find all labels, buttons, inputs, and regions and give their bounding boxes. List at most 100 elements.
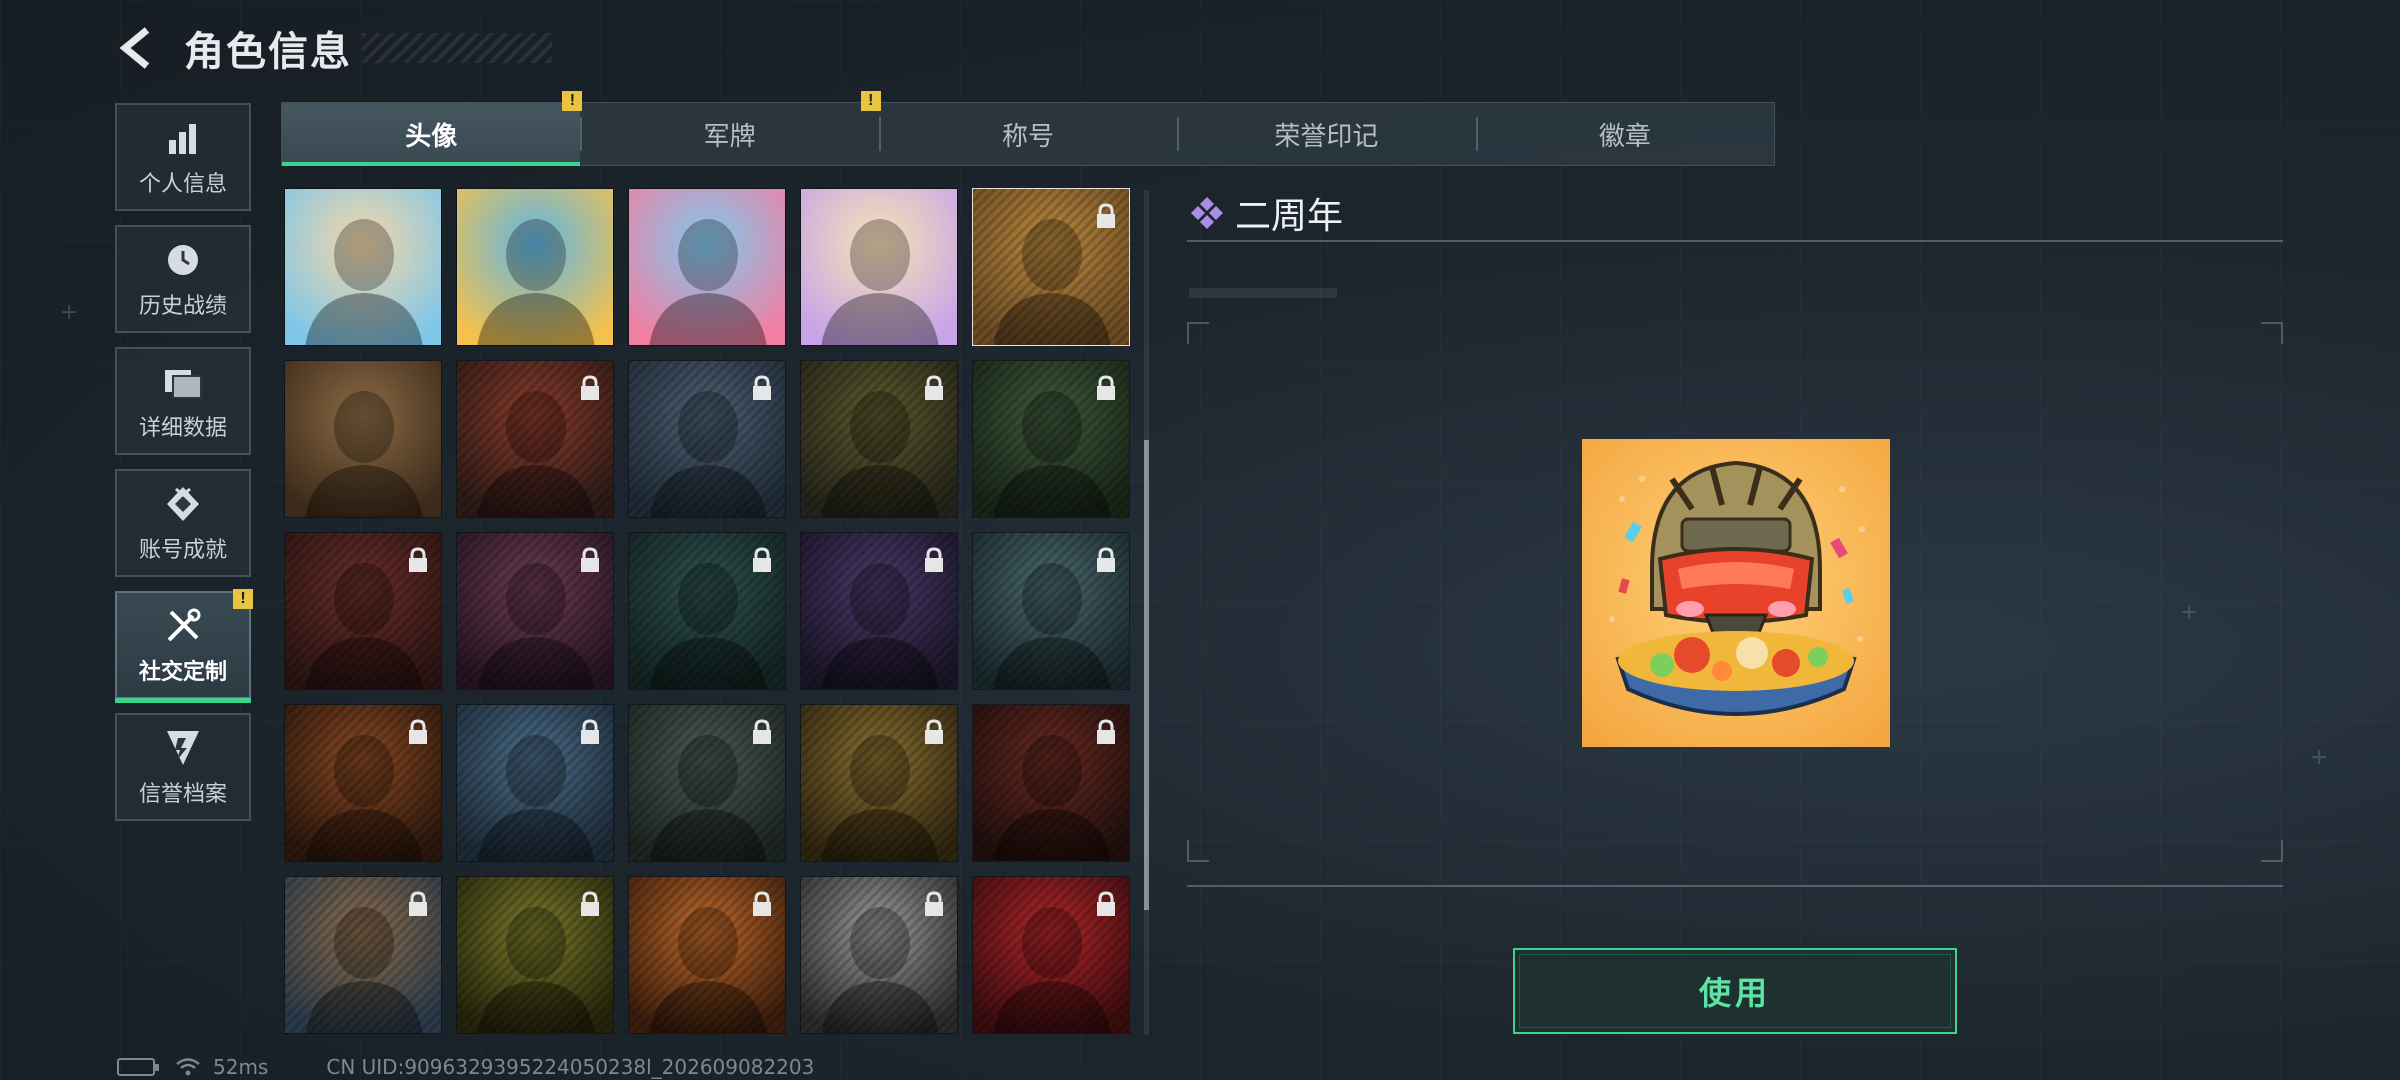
tab-badge[interactable]: 徽章 xyxy=(1475,103,1774,165)
battery-icon xyxy=(117,1058,159,1076)
avatar-masked-man-orange[interactable] xyxy=(284,704,442,862)
lock-icon xyxy=(1097,891,1115,916)
button-frame xyxy=(1519,954,1951,1028)
sidebar-item-label: 账号成就 xyxy=(138,538,227,563)
tab-avatar[interactable]: 头像 ! xyxy=(282,91,583,166)
sidebar-item-history[interactable]: 历史战绩 xyxy=(115,225,251,333)
alert-badge: ! xyxy=(860,91,881,111)
wifi-icon xyxy=(176,1058,200,1076)
avatar-scrollbar[interactable] xyxy=(1144,190,1149,1035)
tab-label: 头像 xyxy=(405,121,458,152)
avatar-soldier-hotpot-yellow[interactable] xyxy=(800,704,958,862)
sidebar-item-profile[interactable]: 个人信息 xyxy=(115,103,251,211)
avatar-anime-girl-sandcastle[interactable] xyxy=(284,188,442,346)
avatar-soldier-pistol-bw[interactable] xyxy=(800,876,958,1034)
lock-icon xyxy=(1097,547,1115,572)
avatar-battlefield-helicopter[interactable] xyxy=(628,704,786,862)
user-uid: CN UID:9096329395224050238l_202609082203 xyxy=(326,1055,815,1079)
sidebar-item-label: 信誉档案 xyxy=(138,782,227,807)
lock-icon xyxy=(581,547,599,572)
avatar-redhead-woman[interactable] xyxy=(972,704,1130,862)
page-title: 角色信息 xyxy=(184,29,352,75)
lock-icon xyxy=(409,891,427,916)
sidebar-item-social[interactable]: ! 社交定制 xyxy=(115,589,253,703)
tab-label: 徽章 xyxy=(1598,121,1651,152)
decor-plus: + xyxy=(60,300,79,325)
detail-title-row: 二周年 xyxy=(1187,190,2283,237)
avatar-helmet-goggles-red[interactable] xyxy=(284,532,442,690)
avatar-operator-cap-red[interactable] xyxy=(456,360,614,518)
frame-corner xyxy=(2261,840,2283,862)
frame-corner xyxy=(2261,322,2283,344)
avatar-anime-boy-flamingo-float[interactable] xyxy=(628,188,786,346)
avatar-preview xyxy=(1582,439,1890,747)
use-button[interactable]: 使用 xyxy=(1513,948,1957,1034)
sidebar-item-label: 历史战绩 xyxy=(138,294,227,319)
tools-wrench-icon xyxy=(163,604,203,648)
avatar-star-emblem-blue[interactable] xyxy=(456,704,614,862)
lock-icon xyxy=(581,891,599,916)
lock-icon xyxy=(925,375,943,400)
title-decoration xyxy=(362,33,552,63)
lock-icon xyxy=(753,891,771,916)
avatar-subtitle xyxy=(1189,288,1337,298)
lock-icon xyxy=(925,547,943,572)
avatar-woman-bubblegum-purple[interactable] xyxy=(800,532,958,690)
avatar-grid-container xyxy=(283,188,1131,1036)
sidebar-item-details[interactable]: 详细数据 xyxy=(115,347,251,455)
lock-icon xyxy=(925,719,943,744)
lock-icon xyxy=(925,891,943,916)
lock-icon xyxy=(409,719,427,744)
back-button[interactable] xyxy=(112,23,162,73)
rarity-diamond-icon xyxy=(1191,197,1223,229)
avatar-anime-boy-surfing[interactable] xyxy=(456,188,614,346)
avatar-name: 二周年 xyxy=(1235,196,1344,237)
tab-dog-tag[interactable]: 军牌 ! xyxy=(580,91,881,165)
back-arrow-icon xyxy=(119,27,150,69)
avatar-bald-operator-olive[interactable] xyxy=(800,360,958,518)
scrollbar-thumb[interactable] xyxy=(1144,440,1149,910)
divider xyxy=(1187,885,2283,887)
avatar-eri-globe-emblem[interactable] xyxy=(284,876,442,1034)
frame-corner xyxy=(1187,840,1209,862)
history-clock-icon xyxy=(164,238,202,282)
lock-icon xyxy=(581,719,599,744)
soldier-hotpot-illustration xyxy=(1582,439,1890,747)
tab-label: 荣誉印记 xyxy=(1274,121,1379,152)
avatar-masked-soldier-teal[interactable] xyxy=(972,532,1130,690)
avatar-white-hair-woman-pink[interactable] xyxy=(456,532,614,690)
lock-icon xyxy=(1097,719,1115,744)
avatar-portrait xyxy=(801,189,957,345)
alert-badge: ! xyxy=(562,91,583,111)
tab-honor-mark[interactable]: 荣誉印记 xyxy=(1177,103,1475,165)
tab-label: 称号 xyxy=(1002,121,1055,152)
sidebar-item-label: 详细数据 xyxy=(138,416,227,441)
avatar-glasses-man-yellow[interactable] xyxy=(456,876,614,1034)
avatar-anime-girl-white-hair[interactable] xyxy=(800,188,958,346)
tab-label: 军牌 xyxy=(703,121,756,152)
avatar-operator-headset-green[interactable] xyxy=(972,360,1130,518)
avatar-bearded-man-sepia[interactable] xyxy=(284,360,442,518)
avatar-glasses-man-teal[interactable] xyxy=(628,532,786,690)
lock-icon xyxy=(581,375,599,400)
folder-data-icon xyxy=(163,360,203,404)
bar-chart-icon xyxy=(165,116,201,160)
ping-value: 52ms xyxy=(213,1055,269,1079)
avatar-explosion-fire[interactable] xyxy=(628,876,786,1034)
avatar-pilot-headset-blue[interactable] xyxy=(628,360,786,518)
avatar-grid xyxy=(283,188,1131,1034)
lock-icon xyxy=(753,375,771,400)
achievement-medal-icon xyxy=(164,482,202,526)
sidebar-item-credit[interactable]: 信誉档案 xyxy=(115,713,251,821)
lock-icon xyxy=(753,547,771,572)
sidebar-item-achievements[interactable]: 账号成就 xyxy=(115,469,251,577)
avatar-detail-panel: 二周年 xyxy=(1187,190,2283,890)
sidebar-item-label: 社交定制 xyxy=(138,660,227,685)
avatar-shield-emblem-red[interactable] xyxy=(972,876,1130,1034)
credit-shield-icon xyxy=(164,726,202,770)
avatar-soldier-hotpot[interactable] xyxy=(972,188,1130,346)
lock-icon xyxy=(1097,203,1115,228)
tab-title[interactable]: 称号 xyxy=(878,103,1177,165)
avatar-portrait xyxy=(285,361,441,517)
page-header: 角色信息 xyxy=(112,20,552,76)
